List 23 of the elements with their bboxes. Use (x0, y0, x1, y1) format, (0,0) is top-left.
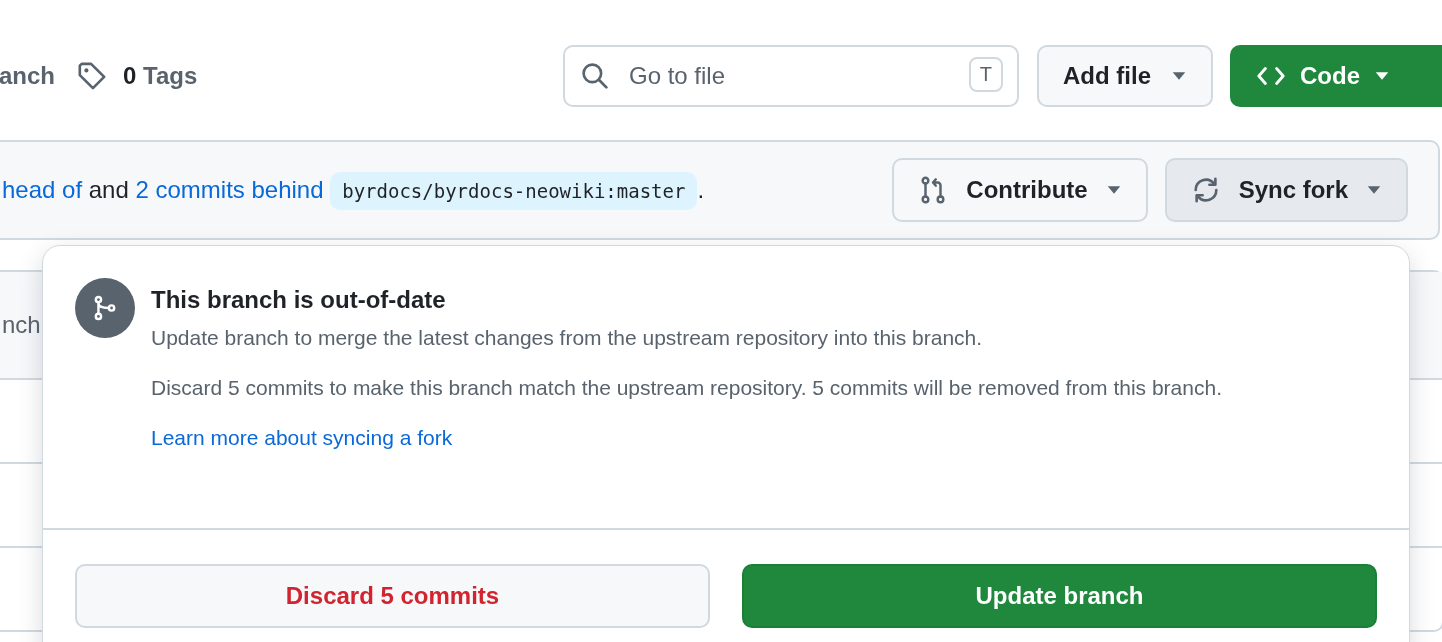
commits-link[interactable]: head of (2, 176, 83, 203)
caret-icon (1366, 185, 1382, 195)
keyboard-shortcut-hint: T (968, 57, 1003, 92)
tag-icon (77, 61, 107, 91)
caret-icon (1105, 185, 1122, 195)
branch-count-text[interactable]: anch (0, 62, 55, 90)
caret-icon (1374, 71, 1390, 81)
code-button[interactable]: Code (1230, 45, 1442, 107)
popover-title: This branch is out-of-date (151, 286, 447, 314)
popover-text: Discard 5 commits to make this branch match the upstream repository. 5 commits will be removed from this branch. (151, 376, 1222, 400)
commits-link[interactable]: 2 commits behind (135, 176, 324, 203)
contribute-button[interactable]: Contribute (892, 158, 1148, 222)
update-branch-button[interactable]: Update branch (742, 564, 1377, 628)
tags-link[interactable]: 0 Tags (123, 62, 198, 90)
sync-fork-button[interactable]: Sync fork (1164, 158, 1408, 222)
caret-icon (1171, 71, 1187, 81)
add-file-button[interactable]: Add file (1037, 45, 1213, 107)
branch-icon (75, 278, 135, 338)
learn-more-link[interactable]: Learn more about syncing a fork (151, 426, 453, 449)
branch-ref: byrdocs/byrdocs-neowiki:master (330, 172, 698, 210)
file-list-text: nch (2, 311, 41, 339)
popover-text: Update branch to merge the latest changes from the upstream repository into this branch. (151, 326, 984, 350)
discard-commits-button[interactable]: Discard 5 commits (75, 564, 710, 628)
